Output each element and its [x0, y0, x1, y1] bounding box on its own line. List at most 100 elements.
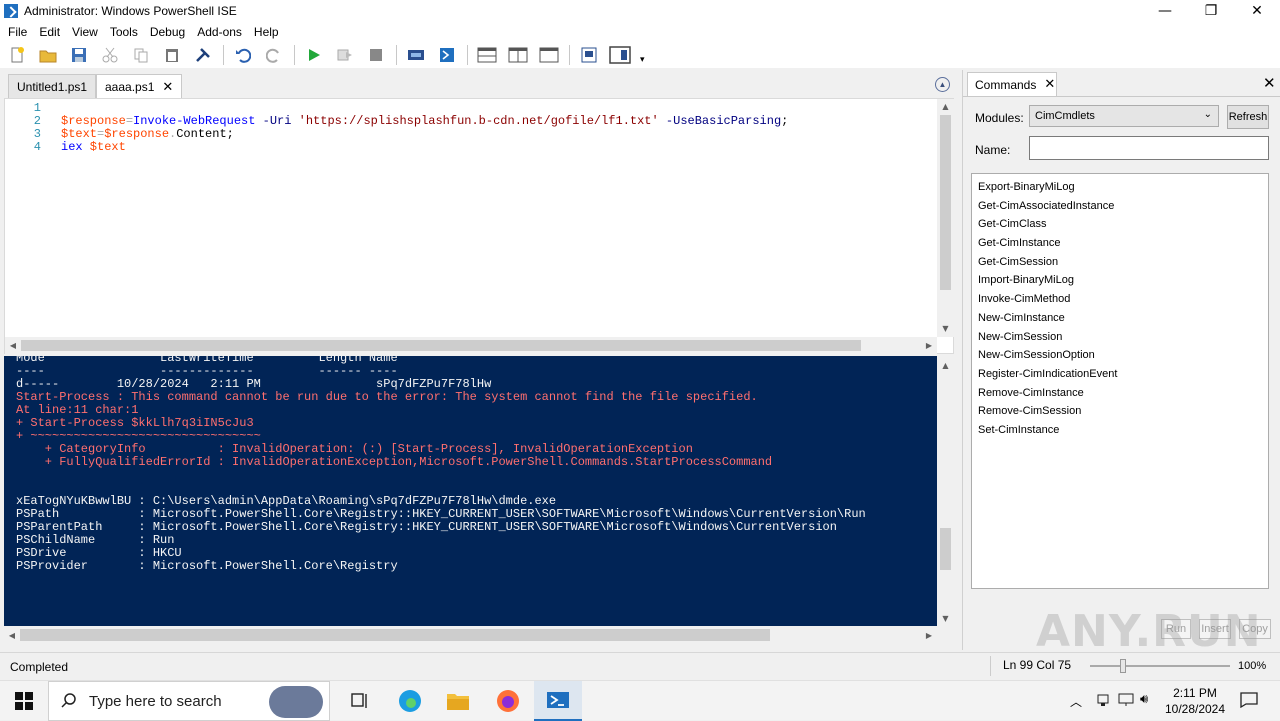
volume-icon[interactable]: 🔊︎ [1140, 691, 1148, 707]
command-item[interactable]: Export-BinaryMiLog [972, 178, 1268, 197]
cut-icon[interactable] [99, 44, 121, 66]
notification-icon[interactable] [1240, 692, 1258, 711]
file-explorer-icon[interactable] [434, 681, 482, 721]
command-list[interactable]: Export-BinaryMiLog Get-CimAssociatedInst… [971, 173, 1269, 589]
toolbar-separator [223, 45, 224, 65]
scroll-down-arrow-icon[interactable]: ▼ [937, 321, 954, 335]
modules-dropdown[interactable]: CimCmdlets ⌄ [1029, 105, 1219, 127]
console-pane[interactable]: Mode LastWriteTime Length Name ---- -----… [4, 356, 954, 626]
close-button[interactable]: ✕ [1234, 0, 1280, 22]
console-horizontal-scrollbar[interactable]: ◀ ▶ [4, 626, 937, 644]
run-script-icon[interactable] [303, 44, 325, 66]
scroll-right-arrow-icon[interactable]: ▶ [923, 339, 935, 352]
new-file-icon[interactable] [6, 44, 28, 66]
menu-edit[interactable]: Edit [33, 25, 66, 39]
chevron-up-icon[interactable]: ︿ [1070, 693, 1082, 710]
menu-view[interactable]: View [66, 25, 104, 39]
windows-start-icon[interactable] [0, 681, 48, 721]
scroll-up-arrow-icon[interactable]: ▲ [937, 99, 954, 113]
menu-help[interactable]: Help [248, 25, 285, 39]
commands-tab[interactable]: Commands ✕ [967, 72, 1057, 96]
zoom-slider-thumb[interactable] [1120, 659, 1126, 673]
zoom-level: 100% [1238, 660, 1267, 672]
scroll-right-arrow-icon[interactable]: ▶ [923, 629, 935, 642]
show-command-window-icon[interactable] [578, 44, 600, 66]
command-item[interactable]: Get-CimInstance [972, 234, 1268, 253]
close-tab-icon[interactable]: ✕ [162, 80, 173, 95]
maximize-button[interactable]: ❐ [1188, 0, 1234, 22]
command-item[interactable]: Get-CimClass [972, 215, 1268, 234]
command-item[interactable]: Remove-CimInstance [972, 384, 1268, 403]
collapse-script-pane-icon[interactable]: ▲ [935, 77, 950, 92]
zoom-slider[interactable] [1090, 659, 1230, 673]
task-view-icon[interactable] [336, 681, 384, 721]
menu-addons[interactable]: Add-ons [191, 25, 248, 39]
token: -UseBasicParsing [658, 114, 782, 128]
command-item[interactable]: New-CimSession [972, 328, 1268, 347]
show-script-right-icon[interactable] [507, 44, 529, 66]
edge-browser-icon[interactable] [386, 681, 434, 721]
tab-aaaa[interactable]: aaaa.ps1 ✕ [96, 74, 183, 99]
search-placeholder: Type here to search [89, 692, 222, 710]
close-commands-tab-icon[interactable]: ✕ [1044, 77, 1055, 92]
show-script-maximized-icon[interactable] [538, 44, 560, 66]
token: iex [61, 140, 83, 154]
refresh-button[interactable]: Refresh [1227, 105, 1269, 129]
open-folder-icon[interactable] [37, 44, 59, 66]
powershell-ise-taskbar-icon[interactable] [534, 681, 582, 721]
menu-file[interactable]: File [2, 25, 33, 39]
taskbar-search-box[interactable]: Type here to search [48, 681, 330, 721]
save-icon[interactable] [68, 44, 90, 66]
show-script-top-icon[interactable] [476, 44, 498, 66]
stop-icon[interactable] [365, 44, 387, 66]
command-item[interactable]: Remove-CimSession [972, 402, 1268, 421]
script-editor[interactable]: 1 2 3 4 $response=Invoke-WebRequest -Uri… [4, 98, 954, 354]
run-selection-icon[interactable] [334, 44, 356, 66]
minimize-button[interactable]: — [1142, 0, 1188, 22]
copy-icon[interactable] [130, 44, 152, 66]
toolbar-overflow-icon[interactable]: ▾ [640, 54, 645, 65]
paste-icon[interactable] [161, 44, 183, 66]
line-number: 2 [33, 114, 41, 128]
scroll-left-arrow-icon[interactable]: ◀ [7, 339, 19, 352]
scroll-left-arrow-icon[interactable]: ◀ [6, 629, 18, 642]
show-command-addon-icon[interactable] [609, 44, 631, 66]
remote-powershell-icon[interactable] [405, 44, 427, 66]
command-item[interactable]: Get-CimSession [972, 253, 1268, 272]
token: $response [61, 114, 126, 128]
tab-untitled1[interactable]: Untitled1.ps1 [8, 74, 97, 98]
redo-icon[interactable] [263, 44, 285, 66]
clear-console-icon[interactable] [192, 44, 214, 66]
system-clock[interactable]: 2:11 PM 10/28/2024 [1160, 685, 1230, 717]
scroll-thumb[interactable] [21, 340, 861, 351]
firefox-icon[interactable] [484, 681, 532, 721]
title-bar: Administrator: Windows PowerShell ISE — … [0, 0, 1280, 22]
command-item[interactable]: New-CimSessionOption [972, 346, 1268, 365]
start-powershell-icon[interactable] [436, 44, 458, 66]
scroll-thumb[interactable] [940, 115, 951, 290]
code-area[interactable]: $response=Invoke-WebRequest -Uri 'https:… [61, 102, 788, 154]
close-pane-icon[interactable]: ✕ [1263, 74, 1276, 92]
command-item[interactable]: Invoke-CimMethod [972, 290, 1268, 309]
scroll-up-arrow-icon[interactable]: ▲ [937, 358, 954, 372]
scroll-thumb[interactable] [940, 528, 951, 570]
editor-vertical-scrollbar[interactable]: ▲ ▼ [937, 99, 954, 337]
undo-icon[interactable] [232, 44, 254, 66]
command-item[interactable]: Import-BinaryMiLog [972, 271, 1268, 290]
command-item[interactable]: Register-CimIndicationEvent [972, 365, 1268, 384]
menu-tools[interactable]: Tools [104, 25, 144, 39]
watermark-logo: ANY.RUN [1036, 606, 1262, 657]
scroll-thumb[interactable] [20, 629, 770, 641]
scroll-down-arrow-icon[interactable]: ▼ [937, 611, 954, 625]
name-filter-input[interactable] [1029, 136, 1269, 160]
token: $response [104, 127, 170, 141]
command-item[interactable]: New-CimInstance [972, 309, 1268, 328]
command-item[interactable]: Get-CimAssociatedInstance [972, 197, 1268, 216]
console-vertical-scrollbar[interactable]: ▲ ▼ [937, 356, 954, 626]
display-icon[interactable] [1118, 692, 1134, 711]
menu-debug[interactable]: Debug [144, 25, 191, 39]
network-icon[interactable] [1096, 692, 1112, 711]
editor-horizontal-scrollbar[interactable]: ◀ ▶ [5, 337, 937, 354]
command-item[interactable]: Set-CimInstance [972, 421, 1268, 440]
commands-tab-label: Commands [975, 77, 1037, 92]
